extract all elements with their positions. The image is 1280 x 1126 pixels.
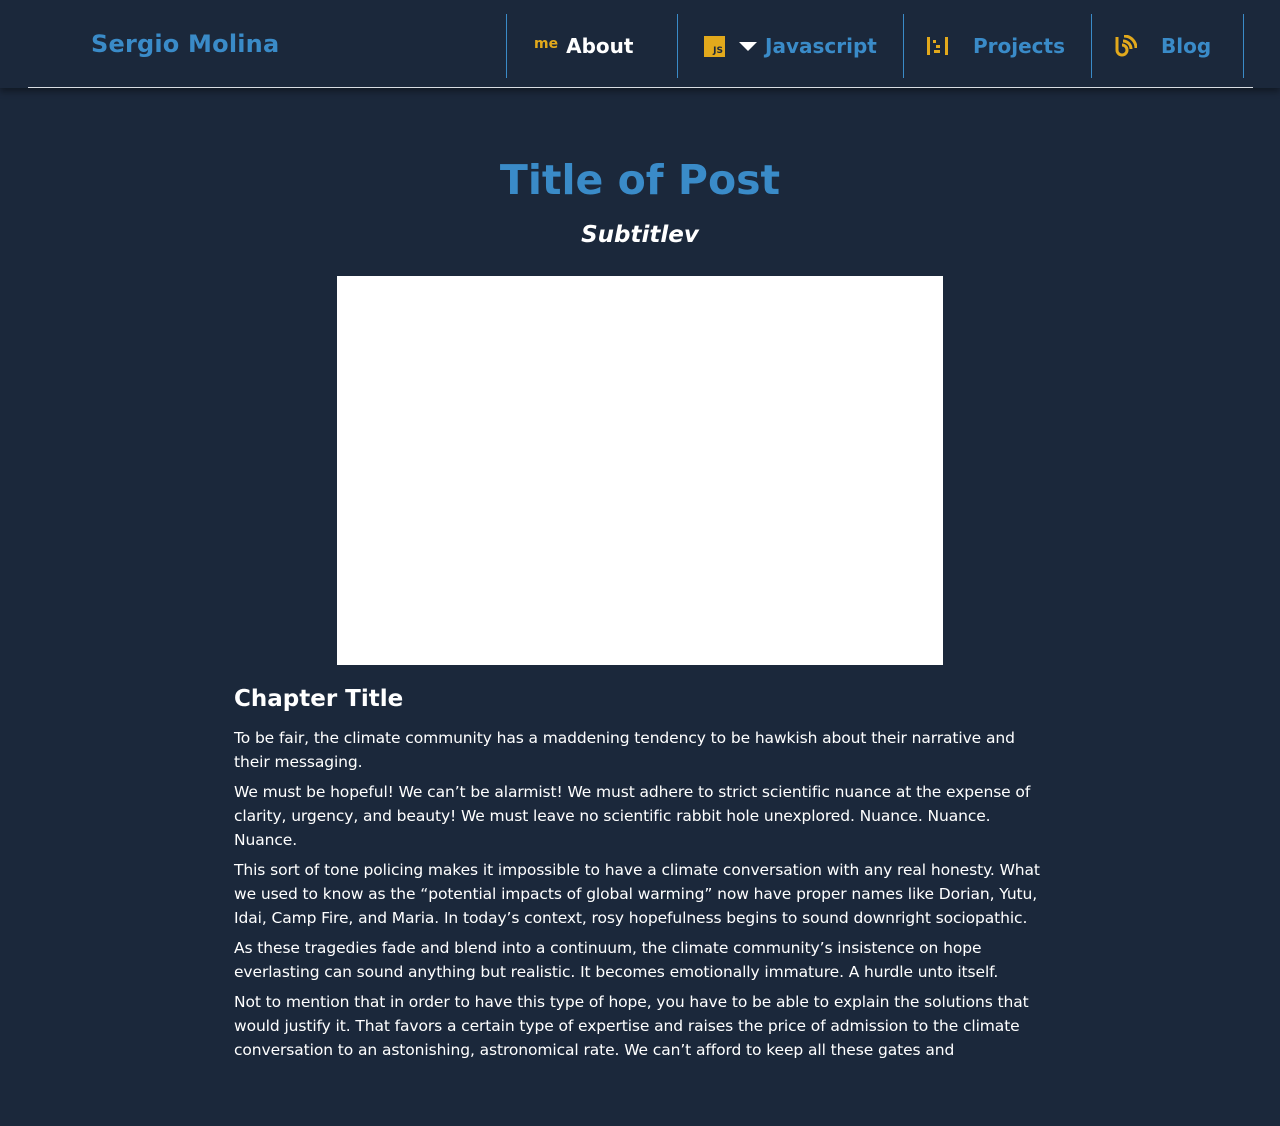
chevron-down-icon[interactable] <box>739 41 757 51</box>
site-header: Sergio Molina me About JS Javascript Pro… <box>0 0 1280 88</box>
post-article: Chapter Title To be fair, the climate co… <box>234 686 1050 1068</box>
me-icon: me <box>534 36 559 52</box>
nav-item-javascript[interactable]: JS Javascript <box>677 14 904 78</box>
nav-item-blog[interactable]: Blog <box>1091 14 1244 78</box>
nav-item-projects[interactable]: Projects <box>903 14 1092 78</box>
nav-label-javascript: Javascript <box>765 34 877 58</box>
projects-icon <box>926 36 949 56</box>
paragraph: We must be hopeful! We can’t be alarmist… <box>234 783 1031 849</box>
paragraph: To be fair, the climate community has a … <box>234 729 1015 771</box>
header-divider <box>28 87 1253 88</box>
nav-label-projects: Projects <box>973 34 1066 58</box>
post-subtitle: Subtitlev <box>581 222 699 248</box>
site-brand[interactable]: Sergio Molina <box>91 30 279 58</box>
paragraph: As these tragedies fade and blend into a… <box>234 939 999 981</box>
nav-item-about[interactable]: me About <box>506 14 678 78</box>
nav-label-about: About <box>566 34 634 58</box>
js-icon: JS <box>704 35 725 57</box>
paragraph: This sort of tone policing makes it impo… <box>234 861 1040 927</box>
chapter-title: Chapter Title <box>234 686 404 712</box>
paragraph: Not to mention that in order to have thi… <box>234 993 1029 1059</box>
post-title: Title of Post <box>499 156 781 204</box>
nav-label-blog: Blog <box>1161 34 1212 58</box>
post-hero-image <box>337 276 943 665</box>
blog-icon <box>1115 35 1137 57</box>
